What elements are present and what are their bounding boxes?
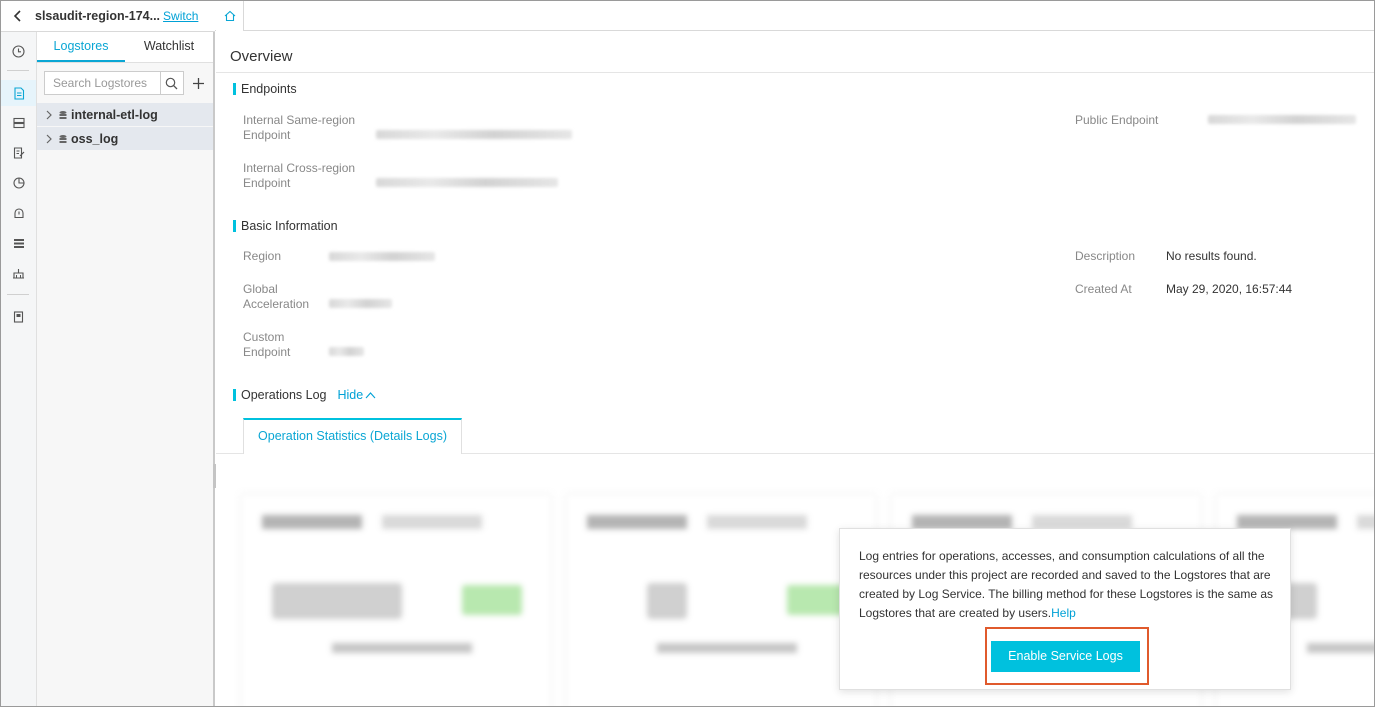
created-at-label: Created At: [1075, 282, 1132, 296]
chevron-left-icon: [13, 10, 21, 22]
service-logs-notice: Log entries for operations, accesses, an…: [839, 528, 1291, 690]
logstore-icon: [13, 86, 24, 100]
section-marker: [233, 389, 236, 401]
internal-cross-region-value-redacted: [376, 178, 558, 187]
tab-strip: [215, 1, 1374, 31]
logstore-item-internal-etl-log[interactable]: internal-etl-log: [37, 103, 213, 127]
help-link[interactable]: Help: [1051, 606, 1076, 620]
label-line: Internal Same-region: [243, 113, 356, 127]
rail-divider: [7, 70, 29, 71]
section-marker: [233, 220, 236, 232]
search-icon: [165, 77, 178, 89]
tab-home[interactable]: [216, 1, 244, 31]
add-logstore-button[interactable]: [187, 71, 210, 95]
description-value: No results found.: [1166, 249, 1257, 263]
icon-rail: [1, 32, 37, 706]
hide-toggle[interactable]: Hide: [337, 388, 376, 402]
internal-same-region-value-redacted: [376, 130, 572, 139]
chevron-right-icon[interactable]: [44, 110, 54, 120]
switch-project-link[interactable]: Switch: [163, 9, 198, 23]
rail-book[interactable]: [1, 304, 36, 330]
search-button[interactable]: [160, 71, 184, 95]
operations-log-heading: Operations Log Hide: [233, 388, 376, 402]
panel-tabs: Logstores Watchlist: [37, 32, 213, 63]
chevron-right-icon[interactable]: [44, 134, 54, 144]
logstore-panel: Logstores Watchlist internal-etl-log oss…: [37, 32, 213, 706]
gateway-icon: [13, 269, 24, 279]
label-line: Custom: [243, 330, 285, 344]
search-logstores-input[interactable]: [44, 71, 160, 95]
label-line: Endpoint: [243, 345, 291, 359]
section-marker: [233, 83, 236, 95]
basic-information-heading: Basic Information: [233, 219, 338, 233]
dashboard-card: [566, 494, 876, 706]
rail-chart[interactable]: [1, 170, 36, 196]
logstore-label: oss_log: [71, 131, 119, 146]
rail-list[interactable]: [1, 230, 36, 256]
back-button[interactable]: [1, 1, 35, 31]
region-value-redacted: [329, 252, 435, 261]
app-window: slsaudit-region-174... Switch Logstores …: [0, 0, 1375, 707]
enable-service-logs-button[interactable]: Enable Service Logs: [991, 641, 1140, 672]
internal-same-region-label: Internal Same-region Endpoint: [243, 113, 355, 143]
rail-clock[interactable]: [1, 38, 36, 64]
tab-logstores[interactable]: Logstores: [37, 32, 125, 62]
rail-storage[interactable]: [1, 110, 36, 136]
plus-icon: [192, 77, 204, 89]
section-title: Basic Information: [241, 219, 338, 233]
chart-icon: [12, 177, 25, 189]
custom-endpoint-label: Custom Endpoint: [243, 330, 290, 360]
label-line: Acceleration: [243, 297, 310, 311]
database-icon: [59, 110, 67, 119]
rail-alert[interactable]: [1, 200, 36, 226]
divider: [216, 72, 1374, 73]
chevron-up-icon: [365, 392, 376, 399]
dashboard-card: [241, 494, 551, 706]
clock-icon: [12, 44, 25, 58]
endpoints-heading: Endpoints: [233, 82, 297, 96]
public-endpoint-label: Public Endpoint: [1075, 113, 1159, 127]
rail-logstore[interactable]: [1, 80, 36, 106]
label-line: Internal Cross-region: [243, 161, 356, 175]
hide-label: Hide: [337, 388, 364, 402]
rail-task[interactable]: [1, 140, 36, 166]
description-label: Description: [1075, 249, 1136, 263]
internal-cross-region-label: Internal Cross-region Endpoint: [243, 161, 355, 191]
alert-icon: [13, 208, 24, 219]
project-header: slsaudit-region-174... Switch: [1, 1, 215, 32]
notice-message: Log entries for operations, accesses, an…: [859, 547, 1279, 623]
task-icon: [13, 147, 24, 159]
rail-gateway[interactable]: [1, 260, 36, 286]
panel-splitter[interactable]: [213, 32, 215, 706]
project-name: slsaudit-region-174...: [35, 9, 161, 23]
public-endpoint-value-redacted: [1208, 115, 1356, 124]
section-title: Endpoints: [241, 82, 297, 96]
storage-icon: [12, 117, 25, 129]
search-row: [44, 71, 210, 95]
book-icon: [13, 311, 24, 323]
region-label: Region: [243, 249, 282, 263]
label-line: Global: [243, 282, 278, 296]
page-title: Overview: [230, 48, 293, 65]
created-at-value: May 29, 2020, 16:57:44: [1166, 282, 1293, 296]
global-acceleration-label: Global Acceleration: [243, 282, 309, 312]
custom-endpoint-value-redacted: [329, 347, 364, 356]
rail-divider: [7, 294, 29, 295]
logstore-tree: internal-etl-log oss_log: [37, 103, 213, 151]
label-line: Endpoint: [243, 128, 291, 142]
global-acceleration-value-redacted: [329, 299, 392, 308]
list-icon: [13, 238, 24, 248]
tab-operation-statistics[interactable]: Operation Statistics (Details Logs): [243, 418, 462, 454]
home-icon: [224, 10, 235, 22]
logstore-label: internal-etl-log: [71, 107, 158, 122]
tab-watchlist[interactable]: Watchlist: [125, 32, 213, 62]
logstore-item-oss-log[interactable]: oss_log: [37, 127, 213, 151]
section-title: Operations Log: [241, 388, 327, 402]
database-icon: [59, 134, 67, 143]
label-line: Endpoint: [243, 176, 291, 190]
